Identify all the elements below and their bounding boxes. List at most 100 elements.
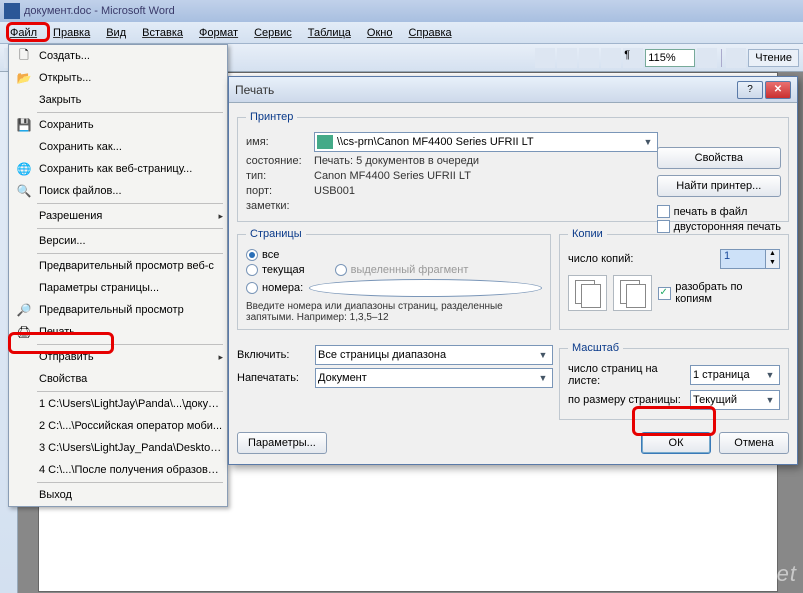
dialog-body: Принтер имя: \\cs-prn\Canon MF4400 Serie… — [229, 103, 797, 464]
blank-icon — [13, 371, 35, 387]
collate-preview-icon — [568, 275, 607, 311]
menu-web-preview[interactable]: Предварительный просмотр веб-с — [9, 255, 227, 277]
combo-value: Все страницы диапазона — [318, 349, 536, 361]
menu-properties[interactable]: Свойства — [9, 368, 227, 390]
menu-insert[interactable]: Вставка — [134, 25, 191, 41]
chevron-down-icon: ▼ — [763, 395, 777, 405]
menu-recent3[interactable]: 3 C:\Users\LightJay_Panda\Desktop\... — [9, 437, 227, 459]
menu-table[interactable]: Таблица — [300, 25, 359, 41]
tb-docmap-icon[interactable] — [601, 48, 621, 68]
chevron-down-icon: ▼ — [536, 350, 550, 360]
type-label: тип: — [246, 170, 314, 182]
print-what-combo[interactable]: Документ▼ — [315, 368, 553, 388]
spin-down-icon[interactable]: ▼ — [765, 259, 779, 268]
printer-name-value: \\cs-prn\Canon MF4400 Series UFRII LT — [337, 136, 641, 148]
preview-icon: 🔎 — [13, 302, 35, 318]
search-icon: 🔍 — [13, 183, 35, 199]
menu-sep — [37, 253, 223, 254]
tb-drawing-icon[interactable] — [579, 48, 599, 68]
titlebar: документ.doc - Microsoft Word — [0, 0, 803, 22]
dialog-title: Печать — [235, 83, 735, 97]
pages-current-radio[interactable]: текущая — [246, 264, 305, 276]
menu-view[interactable]: Вид — [98, 25, 134, 41]
tb-pilcrow-icon[interactable]: ¶ — [623, 48, 643, 68]
help-button[interactable]: ? — [737, 81, 763, 99]
blank-icon — [13, 208, 35, 224]
parameters-button[interactable]: Параметры... — [237, 432, 327, 454]
pps-combo[interactable]: 1 страница▼ — [690, 365, 780, 385]
menu-save-as[interactable]: Сохранить как... — [9, 136, 227, 158]
close-button[interactable]: ✕ — [765, 81, 791, 99]
menu-page-setup[interactable]: Параметры страницы... — [9, 277, 227, 299]
menu-edit[interactable]: Правка — [45, 25, 98, 41]
blank-icon — [13, 418, 35, 434]
menu-print[interactable]: 🖨 Печать... — [9, 321, 227, 343]
properties-button[interactable]: Свойства — [657, 147, 781, 169]
menu-label: Печать... — [39, 326, 223, 338]
copies-label: число копий: — [568, 253, 633, 265]
menu-sep — [37, 228, 223, 229]
copies-fieldset: Копии число копий: 1 ▲▼ разобрать по коп… — [559, 228, 789, 330]
find-printer-button[interactable]: Найти принтер... — [657, 175, 781, 197]
print-to-file-check[interactable]: печать в файл — [657, 205, 781, 218]
pages-numbers-radio[interactable]: номера: — [246, 282, 303, 294]
menubar: Файл Правка Вид Вставка Формат Сервис Та… — [0, 22, 803, 44]
tb-sep — [721, 49, 722, 67]
name-label: имя: — [246, 136, 314, 148]
menu-print-preview[interactable]: 🔎Предварительный просмотр — [9, 299, 227, 321]
menu-sep — [37, 203, 223, 204]
state-label: состояние: — [246, 155, 314, 167]
menu-versions[interactable]: Версии... — [9, 230, 227, 252]
collate-check[interactable]: разобрать по копиям — [658, 281, 780, 305]
pages-selection-radio[interactable]: выделенный фрагмент — [335, 264, 469, 276]
menu-sep — [37, 344, 223, 345]
fit-label: по размеру страницы: — [568, 394, 690, 406]
blank-icon — [13, 139, 35, 155]
menu-search[interactable]: 🔍 Поиск файлов... — [9, 180, 227, 202]
menu-help[interactable]: Справка — [400, 25, 459, 41]
menu-open[interactable]: 📂Открыть... — [9, 67, 227, 89]
ok-button[interactable]: ОК — [641, 432, 711, 454]
radio-label: все — [262, 249, 279, 261]
include-combo[interactable]: Все страницы диапазона▼ — [315, 345, 553, 365]
menu-format[interactable]: Формат — [191, 25, 246, 41]
menu-file[interactable]: Файл — [2, 25, 45, 41]
copies-spinner[interactable]: 1 ▲▼ — [720, 249, 780, 269]
spin-up-icon[interactable]: ▲ — [765, 250, 779, 259]
menu-send[interactable]: Отправить — [9, 346, 227, 368]
tb-read-icon[interactable] — [726, 48, 746, 68]
menu-window[interactable]: Окно — [359, 25, 401, 41]
check-label: печать в файл — [674, 206, 748, 218]
menu-label: Свойства — [39, 373, 223, 385]
combo-value: 1 страница — [693, 369, 763, 381]
pages-fieldset: Страницы все текущая выделенный фрагмент… — [237, 228, 551, 330]
menu-recent2[interactable]: 2 C:\...\Российская оператор моби... — [9, 415, 227, 437]
menu-save-web[interactable]: 🌐Сохранить как веб-страницу... — [9, 158, 227, 180]
menu-label: Сохранить как веб-страницу... — [39, 163, 223, 175]
pages-legend: Страницы — [246, 228, 306, 240]
menu-label: Создать... — [39, 50, 223, 62]
tb-columns-icon[interactable] — [557, 48, 577, 68]
reading-mode-button[interactable]: Чтение — [748, 49, 799, 67]
cancel-button[interactable]: Отмена — [719, 432, 789, 454]
menu-tools[interactable]: Сервис — [246, 25, 300, 41]
port-label: порт: — [246, 185, 314, 197]
zoom-combo[interactable]: 115% — [645, 49, 695, 67]
menu-save[interactable]: 💾Сохранить — [9, 114, 227, 136]
pages-all-radio[interactable]: все — [246, 249, 279, 261]
fit-combo[interactable]: Текущий▼ — [690, 390, 780, 410]
menu-label: Поиск файлов... — [39, 185, 223, 197]
menu-permissions[interactable]: Разрешения — [9, 205, 227, 227]
menu-exit[interactable]: Выход — [9, 484, 227, 506]
dialog-titlebar: Печать ? ✕ — [229, 77, 797, 103]
duplex-check[interactable]: двусторонняя печать — [657, 220, 781, 233]
menu-new[interactable]: 🗋Создать... — [9, 45, 227, 67]
pages-numbers-input[interactable] — [309, 279, 542, 297]
tb-help-icon[interactable] — [697, 48, 717, 68]
print-icon: 🖨 — [13, 324, 35, 340]
printer-name-combo[interactable]: \\cs-prn\Canon MF4400 Series UFRII LT ▼ — [314, 132, 658, 152]
tb-table-icon[interactable] — [535, 48, 555, 68]
menu-recent4[interactable]: 4 C:\...\После получения образования у .… — [9, 459, 227, 481]
menu-close[interactable]: Закрыть — [9, 89, 227, 111]
menu-recent1[interactable]: 1 C:\Users\LightJay\Panda\...\докум... — [9, 393, 227, 415]
